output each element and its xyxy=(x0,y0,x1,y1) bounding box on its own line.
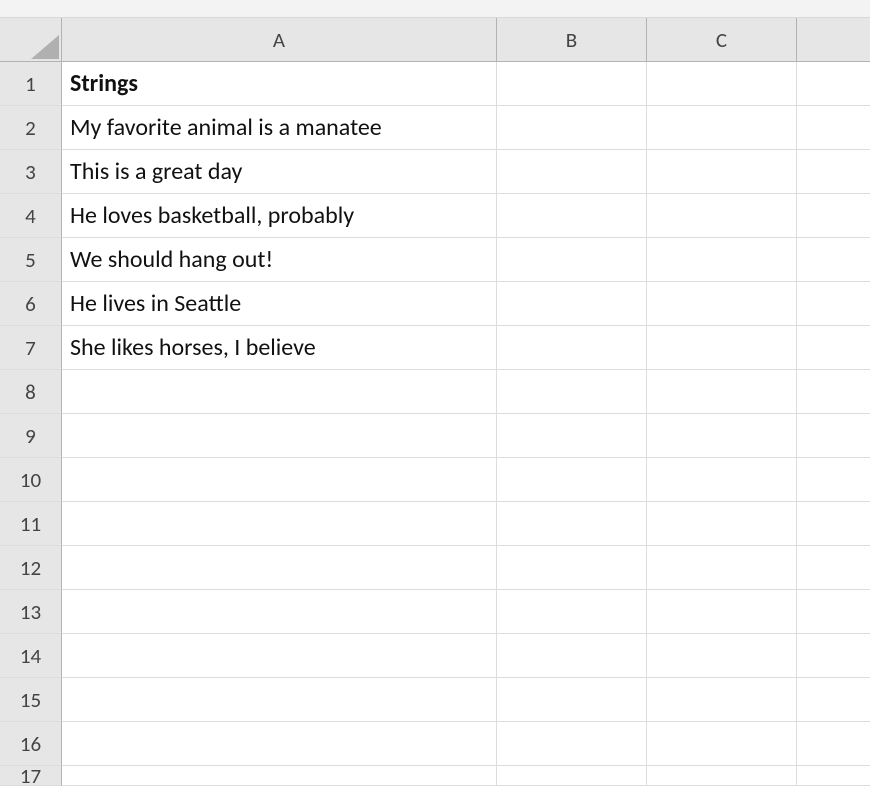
cell-C11[interactable] xyxy=(647,502,797,546)
cell-B4[interactable] xyxy=(497,194,647,238)
row-header[interactable]: 14 xyxy=(0,634,62,678)
row-header[interactable]: 16 xyxy=(0,722,62,766)
cell-D5[interactable] xyxy=(797,238,870,282)
cell-B3[interactable] xyxy=(497,150,647,194)
row-header[interactable]: 17 xyxy=(0,766,62,786)
cell-B6[interactable] xyxy=(497,282,647,326)
cell-C14[interactable] xyxy=(647,634,797,678)
cell-D7[interactable] xyxy=(797,326,870,370)
cell-C3[interactable] xyxy=(647,150,797,194)
cell-D16[interactable] xyxy=(797,722,870,766)
cell-B8[interactable] xyxy=(497,370,647,414)
cell-C9[interactable] xyxy=(647,414,797,458)
cell-B14[interactable] xyxy=(497,634,647,678)
spreadsheet-grid: A B C 1 Strings 2 My favorite animal is … xyxy=(0,18,870,810)
row-header[interactable]: 15 xyxy=(0,678,62,722)
cell-C7[interactable] xyxy=(647,326,797,370)
cell-D3[interactable] xyxy=(797,150,870,194)
cell-D1[interactable] xyxy=(797,62,870,106)
cell-A8[interactable] xyxy=(62,370,497,414)
cell-C12[interactable] xyxy=(647,546,797,590)
cell-B7[interactable] xyxy=(497,326,647,370)
column-header-A[interactable]: A xyxy=(62,18,497,62)
row-header[interactable]: 6 xyxy=(0,282,62,326)
row-header[interactable]: 11 xyxy=(0,502,62,546)
cell-D4[interactable] xyxy=(797,194,870,238)
cell-A12[interactable] xyxy=(62,546,497,590)
cell-A13[interactable] xyxy=(62,590,497,634)
cell-A10[interactable] xyxy=(62,458,497,502)
cell-D13[interactable] xyxy=(797,590,870,634)
cell-D6[interactable] xyxy=(797,282,870,326)
cell-C10[interactable] xyxy=(647,458,797,502)
cell-C13[interactable] xyxy=(647,590,797,634)
cell-B2[interactable] xyxy=(497,106,647,150)
row-header[interactable]: 8 xyxy=(0,370,62,414)
row-header[interactable]: 12 xyxy=(0,546,62,590)
cell-B12[interactable] xyxy=(497,546,647,590)
cell-A16[interactable] xyxy=(62,722,497,766)
row-header[interactable]: 7 xyxy=(0,326,62,370)
cell-B11[interactable] xyxy=(497,502,647,546)
cell-C17[interactable] xyxy=(647,766,797,786)
cell-A5[interactable]: We should hang out! xyxy=(62,238,497,282)
cell-C1[interactable] xyxy=(647,62,797,106)
cell-C2[interactable] xyxy=(647,106,797,150)
row-header[interactable]: 2 xyxy=(0,106,62,150)
cell-D11[interactable] xyxy=(797,502,870,546)
cell-A11[interactable] xyxy=(62,502,497,546)
cell-C16[interactable] xyxy=(647,722,797,766)
cell-B10[interactable] xyxy=(497,458,647,502)
cell-B15[interactable] xyxy=(497,678,647,722)
cell-A14[interactable] xyxy=(62,634,497,678)
select-all-corner[interactable] xyxy=(0,18,62,62)
cell-C5[interactable] xyxy=(647,238,797,282)
cell-B9[interactable] xyxy=(497,414,647,458)
row-header[interactable]: 4 xyxy=(0,194,62,238)
cell-B16[interactable] xyxy=(497,722,647,766)
cell-C15[interactable] xyxy=(647,678,797,722)
cell-D15[interactable] xyxy=(797,678,870,722)
ribbon-strip xyxy=(0,0,870,18)
cell-A6[interactable]: He lives in Seattle xyxy=(62,282,497,326)
row-header[interactable]: 10 xyxy=(0,458,62,502)
column-header-B[interactable]: B xyxy=(497,18,647,62)
cell-A7[interactable]: She likes horses, I believe xyxy=(62,326,497,370)
cell-B13[interactable] xyxy=(497,590,647,634)
cell-D9[interactable] xyxy=(797,414,870,458)
cell-D10[interactable] xyxy=(797,458,870,502)
cell-A4[interactable]: He loves basketball, probably xyxy=(62,194,497,238)
column-header-next[interactable] xyxy=(797,18,870,62)
cell-A15[interactable] xyxy=(62,678,497,722)
cell-D17[interactable] xyxy=(797,766,870,786)
row-header[interactable]: 13 xyxy=(0,590,62,634)
cell-D14[interactable] xyxy=(797,634,870,678)
cell-A2[interactable]: My favorite animal is a manatee xyxy=(62,106,497,150)
cell-A9[interactable] xyxy=(62,414,497,458)
cell-B5[interactable] xyxy=(497,238,647,282)
cell-C8[interactable] xyxy=(647,370,797,414)
cell-B17[interactable] xyxy=(497,766,647,786)
row-header[interactable]: 3 xyxy=(0,150,62,194)
cell-D2[interactable] xyxy=(797,106,870,150)
cell-B1[interactable] xyxy=(497,62,647,106)
cell-A1[interactable]: Strings xyxy=(62,62,497,106)
cell-C4[interactable] xyxy=(647,194,797,238)
row-header[interactable]: 9 xyxy=(0,414,62,458)
column-header-C[interactable]: C xyxy=(647,18,797,62)
cell-A3[interactable]: This is a great day xyxy=(62,150,497,194)
row-header[interactable]: 1 xyxy=(0,62,62,106)
cell-D8[interactable] xyxy=(797,370,870,414)
cell-A17[interactable] xyxy=(62,766,497,786)
cell-D12[interactable] xyxy=(797,546,870,590)
row-header[interactable]: 5 xyxy=(0,238,62,282)
cell-C6[interactable] xyxy=(647,282,797,326)
